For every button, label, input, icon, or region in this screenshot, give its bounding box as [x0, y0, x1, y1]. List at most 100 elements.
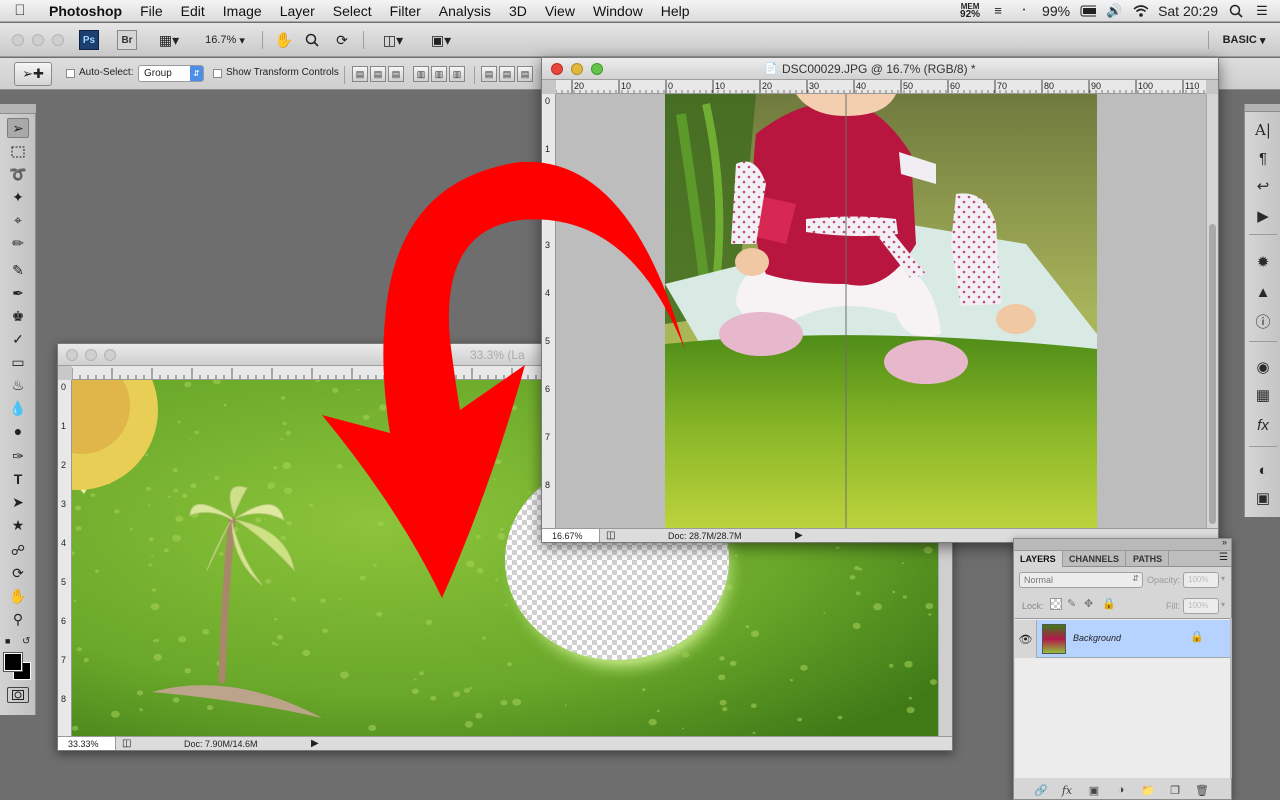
dodge-tool-icon[interactable]: ● — [7, 421, 29, 441]
hand-tool-icon[interactable]: ✋ — [274, 30, 294, 50]
apple-menu-icon[interactable]:  — [0, 2, 40, 19]
fill-arrow-icon[interactable]: ▾ — [1221, 600, 1225, 609]
animation-panel-icon[interactable]: ▶ — [1253, 206, 1273, 226]
quick-mask-icon[interactable] — [7, 687, 29, 703]
custom-shape-tool-icon[interactable]: ★ — [7, 515, 29, 535]
hand-tool-icon[interactable]: ✋ — [7, 586, 29, 606]
lock-all-icon[interactable]: 🔒 — [1102, 597, 1116, 610]
align-left-edges-icon[interactable]: ▥ — [413, 66, 429, 82]
list-menu-icon[interactable]: ≡ — [990, 3, 1006, 19]
3d-rotate-tool-icon[interactable]: ☍ — [7, 540, 29, 560]
menu-view[interactable]: View — [536, 0, 584, 22]
panel-header[interactable]: » — [1014, 537, 1231, 551]
new-group-icon[interactable]: 📁 — [1141, 784, 1155, 797]
horizontal-ruler[interactable]: 20 10 0 10 20 30 40 50 60 70 80 90 100 110 — [556, 80, 1206, 94]
dock-header[interactable] — [1245, 104, 1280, 112]
tab-channels[interactable]: CHANNELS — [1063, 551, 1127, 567]
view-extras-icon[interactable]: ▦▾ — [152, 30, 186, 50]
align-top-edges-icon[interactable]: ▤ — [352, 66, 368, 82]
marquee-tool-icon[interactable] — [7, 142, 29, 162]
distribute-centers-icon[interactable]: ▤ — [499, 66, 515, 82]
blur-tool-icon[interactable]: 💧 — [7, 398, 29, 418]
battery-percent[interactable]: 99% — [1042, 3, 1070, 19]
close-window-button[interactable] — [12, 34, 24, 46]
new-layer-icon[interactable]: ❐ — [1168, 784, 1182, 797]
menu-edit[interactable]: Edit — [172, 0, 214, 22]
minimize-document-button[interactable] — [571, 63, 583, 75]
distribute-top-icon[interactable]: ▤ — [481, 66, 497, 82]
crop-tool-icon[interactable]: ⌖ — [7, 210, 29, 230]
zoom-tool-icon[interactable]: ⚲ — [7, 609, 29, 629]
tab-layers[interactable]: LAYERS — [1014, 551, 1063, 567]
move-tool-icon[interactable]: ➢ — [7, 118, 29, 138]
menu-analysis[interactable]: Analysis — [430, 0, 500, 22]
menubar-clock[interactable]: Sat 20:29 — [1158, 3, 1218, 19]
tools-panel-header[interactable] — [0, 104, 36, 114]
delete-layer-icon[interactable]: 🗑 — [1195, 784, 1209, 797]
layer-visibility-eye-icon[interactable]: 👁 — [1015, 620, 1037, 658]
preview-icon[interactable]: ◫ — [122, 738, 131, 749]
eraser-tool-icon[interactable]: ▭ — [7, 352, 29, 372]
distribute-bottom-icon[interactable]: ▤ — [517, 66, 533, 82]
clone-source-panel-icon[interactable]: ↩ — [1253, 176, 1273, 196]
eyedropper-tool-icon[interactable]: ✏ — [7, 233, 29, 253]
screen-mode-icon[interactable]: ▣▾ — [424, 30, 458, 50]
path-selection-tool-icon[interactable]: ➤ — [7, 492, 29, 512]
layer-row-background[interactable]: 👁 Background 🔒 — [1015, 620, 1230, 658]
lasso-tool-icon[interactable]: ➰ — [7, 164, 29, 184]
rotate-view-icon[interactable]: ⟳ — [331, 30, 353, 50]
clone-stamp-tool-icon[interactable]: ♚ — [7, 306, 29, 326]
3d-orbit-tool-icon[interactable]: ⟳ — [7, 563, 29, 583]
menu-filter[interactable]: Filter — [381, 0, 430, 22]
lock-image-pixels-icon[interactable]: ✎ — [1067, 597, 1076, 610]
add-mask-icon[interactable]: ▣ — [1087, 784, 1101, 797]
character-panel-icon[interactable]: A| — [1253, 120, 1273, 140]
minimize-document-button[interactable] — [85, 349, 97, 361]
tab-paths[interactable]: PATHS — [1127, 551, 1170, 567]
layer-name[interactable]: Background — [1073, 633, 1121, 643]
panel-menu-icon[interactable]: ☰ — [1219, 552, 1228, 563]
tool-preset-picker[interactable]: ➢✚ — [14, 62, 52, 86]
swatches-panel-icon[interactable]: ▦ — [1253, 385, 1273, 405]
link-layers-icon[interactable]: 🔗 — [1034, 784, 1048, 797]
menu-select[interactable]: Select — [324, 0, 381, 22]
wifi-icon[interactable] — [1132, 3, 1149, 19]
status-menu-arrow-icon[interactable]: ▶ — [311, 738, 319, 749]
brush-tool-icon[interactable]: ✒ — [7, 283, 29, 303]
lock-transparent-pixels-icon[interactable] — [1050, 598, 1062, 610]
magic-wand-tool-icon[interactable]: ✦ — [7, 187, 29, 207]
align-right-edges-icon[interactable]: ▥ — [449, 66, 465, 82]
close-document-button[interactable] — [66, 349, 78, 361]
layers-scrollbar[interactable] — [1230, 618, 1232, 778]
navigator-panel-icon[interactable]: ▲ — [1253, 282, 1273, 302]
styles-panel-icon[interactable]: fx — [1253, 415, 1273, 435]
3d-panel-icon[interactable]: ✹ — [1253, 252, 1273, 272]
type-tool-icon[interactable]: T — [7, 469, 29, 489]
menu-layer[interactable]: Layer — [271, 0, 324, 22]
default-colors-icon[interactable]: ■ — [5, 636, 10, 646]
menu-app-name[interactable]: Photoshop — [40, 0, 131, 22]
blend-mode-dropdown[interactable]: Normal ⇵ — [1019, 572, 1143, 588]
spotlight-search-icon[interactable] — [1228, 3, 1244, 19]
menu-help[interactable]: Help — [652, 0, 699, 22]
arrange-documents-icon[interactable]: ◫▾ — [376, 30, 410, 50]
menu-file[interactable]: File — [131, 0, 172, 22]
auto-select-dropdown[interactable]: Group ⇵ — [138, 65, 204, 82]
workspace-switcher[interactable]: BASIC ▾ — [1218, 30, 1270, 50]
swap-colors-icon[interactable]: ↺ — [22, 636, 30, 647]
adjustment-layer-icon[interactable]: ◑ — [1114, 784, 1128, 796]
memory-indicator[interactable]: MEM 92% — [960, 2, 980, 19]
battery-icon[interactable] — [1080, 3, 1097, 19]
align-horizontal-centers-icon[interactable]: ▥ — [431, 66, 447, 82]
lock-position-icon[interactable]: ✥ — [1084, 597, 1093, 610]
info-panel-icon[interactable]: ⓘ — [1253, 311, 1273, 331]
adjustments-panel-icon[interactable]: ▣ — [1253, 488, 1273, 508]
volume-icon[interactable]: 🔊 — [1106, 3, 1122, 19]
zoom-document-button[interactable] — [591, 63, 603, 75]
bluetooth-icon[interactable]: ᛫ — [1016, 3, 1032, 19]
document-size-info[interactable]: Doc: 7.90M/14.6M — [184, 739, 258, 749]
paint-bucket-tool-icon[interactable]: ♨ — [7, 375, 29, 395]
close-document-button[interactable] — [551, 63, 563, 75]
align-vertical-centers-icon[interactable]: ▤ — [370, 66, 386, 82]
healing-brush-tool-icon[interactable]: ✎ — [7, 260, 29, 280]
